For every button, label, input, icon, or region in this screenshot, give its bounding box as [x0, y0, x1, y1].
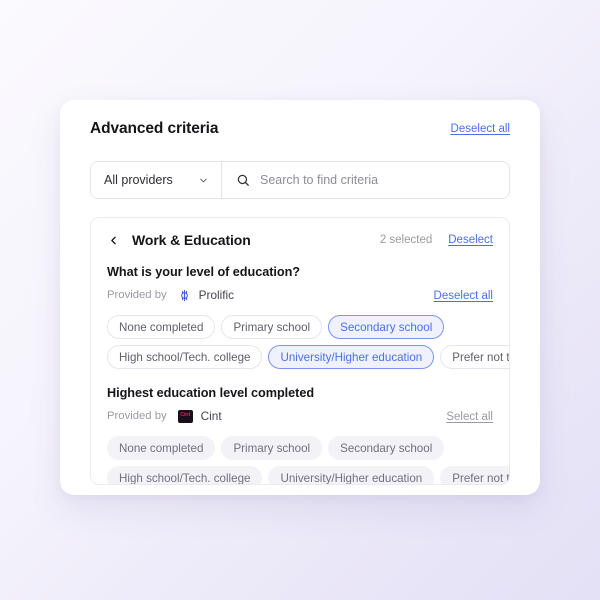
option-chip[interactable]: Secondary school [328, 315, 445, 339]
option-chip[interactable]: Prefer not to answer [440, 345, 509, 369]
option-chip[interactable]: University/Higher education [268, 466, 435, 484]
option-chip-row: None completed Primary school Secondary … [107, 436, 509, 484]
option-chip[interactable]: University/Higher education [268, 345, 435, 369]
question-title: What is your level of education? [107, 265, 300, 279]
selected-count: 2 selected [379, 234, 433, 246]
cint-logo-square: Cint [177, 409, 193, 423]
group-action-wrap: Select all [446, 407, 493, 425]
search-input[interactable] [260, 173, 495, 187]
group-deselect-all-button[interactable]: Deselect all [434, 290, 493, 302]
search-row: All providers [90, 161, 510, 199]
cint-logo-icon: Cint [177, 409, 193, 423]
chevron-down-icon [198, 175, 209, 186]
option-chip[interactable]: Prefer not to answer [440, 466, 509, 484]
chevron-left-icon[interactable] [107, 234, 120, 247]
option-chip[interactable]: High school/Tech. college [107, 466, 263, 484]
search-icon [236, 173, 250, 187]
option-chip[interactable]: Secondary school [328, 436, 445, 460]
option-chip[interactable]: High school/Tech. college [107, 345, 263, 369]
provider-row: Provided by Prolific Deselect all [107, 286, 493, 304]
option-chip[interactable]: Primary school [221, 436, 323, 460]
deselect-all-button[interactable]: Deselect all [451, 123, 510, 135]
group-select-all-button[interactable]: Select all [446, 411, 493, 423]
group-action-wrap: Deselect all [434, 286, 493, 304]
option-chip-row: None completed Primary school Secondary … [107, 315, 509, 369]
section-header-actions: 2 selected Deselect [380, 234, 493, 246]
search-box[interactable] [222, 162, 509, 198]
prolific-logo-icon [178, 289, 191, 302]
provider-select-value: All providers [104, 173, 173, 187]
provided-by-label: Provided by [107, 289, 167, 301]
card-header: Advanced criteria Deselect all [60, 100, 540, 138]
provided-by-label: Provided by [107, 410, 167, 422]
provider-name: Prolific [198, 288, 235, 302]
provider-row: Provided by Cint Cint Select all [107, 407, 493, 425]
question-group-prolific: What is your level of education? Provide… [91, 265, 509, 369]
provider-name: Cint [200, 409, 222, 423]
cint-logo-text: Cint [180, 412, 191, 419]
section-deselect-button[interactable]: Deselect [448, 234, 493, 246]
provider-select[interactable]: All providers [91, 162, 222, 198]
criteria-panel: Work & Education 2 selected Deselect Wha… [90, 217, 510, 485]
question-group-cint: Highest education level completed Provid… [91, 386, 509, 484]
option-chip[interactable]: None completed [107, 436, 216, 460]
section-header: Work & Education 2 selected Deselect [91, 218, 509, 248]
section-title: Work & Education [132, 232, 251, 248]
option-chip[interactable]: Primary school [221, 315, 323, 339]
page-title: Advanced criteria [90, 120, 219, 137]
advanced-criteria-card: Advanced criteria Deselect all All provi… [60, 100, 540, 495]
question-title: Highest education level completed [107, 386, 315, 400]
option-chip[interactable]: None completed [107, 315, 216, 339]
